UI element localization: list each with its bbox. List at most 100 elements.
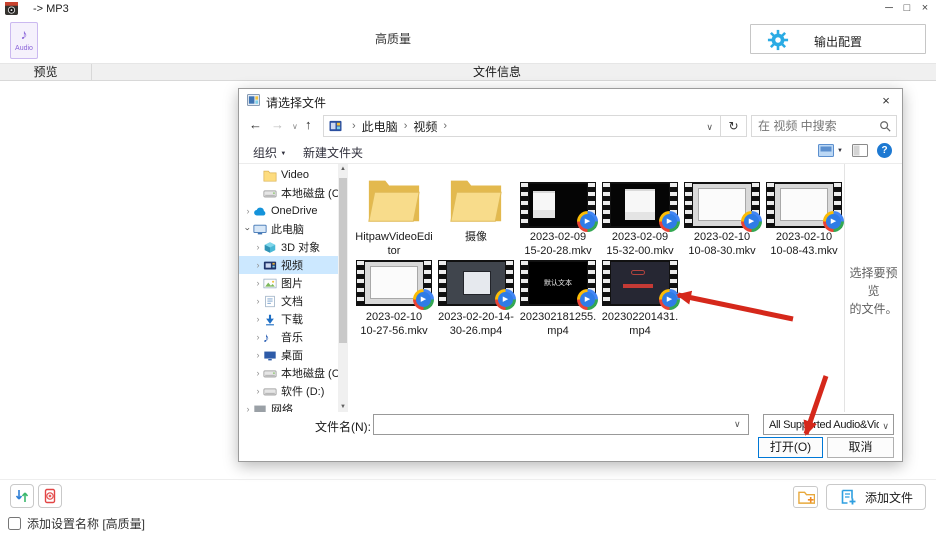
- arrow-up-icon[interactable]: ↑: [305, 117, 312, 132]
- video-item[interactable]: 2023-02-1010-08-43.mkv: [763, 164, 845, 260]
- chevron-right-icon[interactable]: ›: [253, 332, 263, 342]
- dialog-title: 请选择文件: [266, 94, 326, 111]
- video-item[interactable]: 2023-02-0915-32-00.mkv: [599, 164, 681, 260]
- play-overlay-icon[interactable]: [659, 211, 680, 232]
- music-icon: ♪: [263, 331, 277, 344]
- tree-item-documents[interactable]: ›文档: [239, 292, 338, 310]
- view-mode-button[interactable]: ▼: [818, 144, 843, 157]
- search-input[interactable]: [752, 119, 879, 133]
- video-item[interactable]: 2023-02-1010-27-56.mkv: [353, 260, 435, 356]
- add-folder-button[interactable]: [793, 486, 818, 508]
- filename-input[interactable]: [373, 414, 749, 435]
- add-file-label: 添加文件: [865, 489, 913, 506]
- add-preset-name-option: 添加设置名称 [高质量]: [8, 515, 145, 532]
- chevron-right-icon[interactable]: ›: [253, 368, 263, 378]
- tree-item-videos[interactable]: ›视频: [239, 256, 338, 274]
- tree-item-onedrive[interactable]: ›OneDrive: [239, 202, 338, 220]
- video-thumbnail: 默认文本: [520, 260, 596, 306]
- open-button[interactable]: 打开(O): [758, 437, 823, 458]
- organize-menu[interactable]: 组织 ▼: [253, 144, 286, 161]
- tree-item-3d-objects[interactable]: ›3D 对象: [239, 238, 338, 256]
- scroll-down-icon[interactable]: ▼: [338, 404, 348, 410]
- breadcrumb-this-pc[interactable]: 此电脑: [362, 118, 398, 135]
- navigation-tree: Video 本地磁盘 (C:) ›OneDrive ›此电脑 ›3D 对象 ›视…: [239, 166, 338, 412]
- disk-icon: [263, 385, 277, 398]
- new-folder-button[interactable]: 新建文件夹: [303, 144, 363, 161]
- dialog-navbar: ← → ∨ ↑ › 此电脑 › 视频 › ∨ ↻: [239, 113, 902, 140]
- breadcrumb[interactable]: › 此电脑 › 视频 › ∨: [323, 115, 721, 137]
- preview-pane-icon[interactable]: [852, 144, 868, 157]
- tree-item-network[interactable]: ›网络: [239, 400, 338, 412]
- history-dropdown-icon[interactable]: ∨: [292, 122, 298, 131]
- play-overlay-icon[interactable]: [413, 289, 434, 310]
- play-overlay-icon[interactable]: [577, 211, 598, 232]
- filename-dropdown-icon[interactable]: ∨: [734, 419, 741, 430]
- play-overlay-icon[interactable]: [823, 211, 844, 232]
- refresh-icon: ↻: [728, 119, 738, 133]
- add-file-icon: [839, 488, 857, 506]
- address-dropdown-icon[interactable]: ∨: [706, 122, 713, 133]
- add-preset-name-label: 添加设置名称 [高质量]: [27, 515, 145, 532]
- video-item[interactable]: 2023-02-0915-20-28.mkv: [517, 164, 599, 260]
- tree-item-music[interactable]: ›♪音乐: [239, 328, 338, 346]
- videos-folder-icon: [329, 120, 342, 132]
- tree-item-local-disk-c[interactable]: 本地磁盘 (C:): [239, 184, 338, 202]
- tab-preview[interactable]: 预览: [0, 64, 92, 81]
- play-overlay-icon[interactable]: [577, 289, 598, 310]
- video-item[interactable]: 默认文本 202302181255.mp4: [517, 260, 599, 356]
- folder-icon: [263, 169, 277, 182]
- chevron-right-icon[interactable]: ›: [253, 242, 263, 252]
- dialog-toolbar: 组织 ▼ 新建文件夹 ▼ ?: [239, 140, 902, 164]
- play-overlay-icon[interactable]: [659, 289, 680, 310]
- output-config-button[interactable]: 输出配置: [750, 24, 926, 54]
- preview-hint: 选择要预览: [845, 264, 902, 300]
- video-item[interactable]: 2023-02-20-14-30-26.mp4: [435, 260, 517, 356]
- close-button[interactable]: ×: [916, 0, 934, 17]
- play-overlay-icon[interactable]: [495, 289, 516, 310]
- folder-item-hitpawvideoeditor[interactable]: HitpawVideoEditor: [353, 164, 435, 260]
- chevron-right-icon[interactable]: ›: [253, 278, 263, 288]
- arrow-left-icon[interactable]: ←: [249, 117, 262, 132]
- footer-divider: [0, 479, 936, 480]
- chevron-right-icon[interactable]: ›: [253, 350, 263, 360]
- cancel-button[interactable]: 取消: [827, 437, 894, 458]
- chevron-right-icon[interactable]: ›: [253, 260, 263, 270]
- chevron-right-icon[interactable]: ›: [253, 386, 263, 396]
- tree-item-software-d[interactable]: ›软件 (D:): [239, 382, 338, 400]
- chevron-right-icon[interactable]: ›: [253, 296, 263, 306]
- add-file-button[interactable]: 添加文件: [826, 484, 926, 510]
- play-overlay-icon[interactable]: [741, 211, 762, 232]
- add-preset-name-checkbox[interactable]: [8, 517, 21, 530]
- remove-file-button[interactable]: [38, 484, 62, 508]
- chevron-right-icon[interactable]: ›: [253, 314, 263, 324]
- audio-file-badge[interactable]: ♪ Audio: [10, 22, 38, 59]
- chevron-down-icon[interactable]: ›: [243, 224, 253, 234]
- scroll-up-icon[interactable]: ▲: [338, 166, 348, 172]
- breadcrumb-videos[interactable]: 视频: [413, 118, 437, 135]
- arrow-right-icon[interactable]: →: [271, 117, 284, 132]
- video-item-target[interactable]: 202302201431.mp4: [599, 260, 681, 356]
- tab-file-info[interactable]: 文件信息: [92, 64, 902, 81]
- tree-item-this-pc[interactable]: ›此电脑: [239, 220, 338, 238]
- scrollbar-thumb[interactable]: [339, 178, 347, 343]
- app-logo-icon: [5, 2, 18, 18]
- breadcrumb-separator: ›: [404, 120, 408, 132]
- chevron-right-icon[interactable]: ›: [243, 206, 253, 216]
- tree-item-downloads[interactable]: ›下载: [239, 310, 338, 328]
- tree-item-video-folder[interactable]: Video: [239, 166, 338, 184]
- file-type-filter-dropdown[interactable]: All Supported Audio&Video ∨: [763, 414, 894, 435]
- refresh-button[interactable]: ↻: [721, 115, 747, 137]
- tree-item-pictures[interactable]: ›图片: [239, 274, 338, 292]
- tree-item-local-disk-c2[interactable]: ›本地磁盘 (C:): [239, 364, 338, 382]
- video-item[interactable]: 2023-02-1010-08-30.mkv: [681, 164, 763, 260]
- help-button[interactable]: ?: [877, 143, 892, 158]
- reorder-files-button[interactable]: [10, 484, 34, 508]
- minimize-button[interactable]: ─: [880, 0, 898, 17]
- dialog-close-button[interactable]: ×: [870, 89, 902, 113]
- tree-scrollbar[interactable]: ▲ ▼: [338, 164, 348, 412]
- tree-item-desktop[interactable]: ›桌面: [239, 346, 338, 364]
- folder-item-camera[interactable]: 摄像: [435, 164, 517, 260]
- maximize-button[interactable]: □: [898, 0, 916, 17]
- window-title: -> MP3: [33, 3, 69, 15]
- chevron-right-icon[interactable]: ›: [243, 404, 253, 412]
